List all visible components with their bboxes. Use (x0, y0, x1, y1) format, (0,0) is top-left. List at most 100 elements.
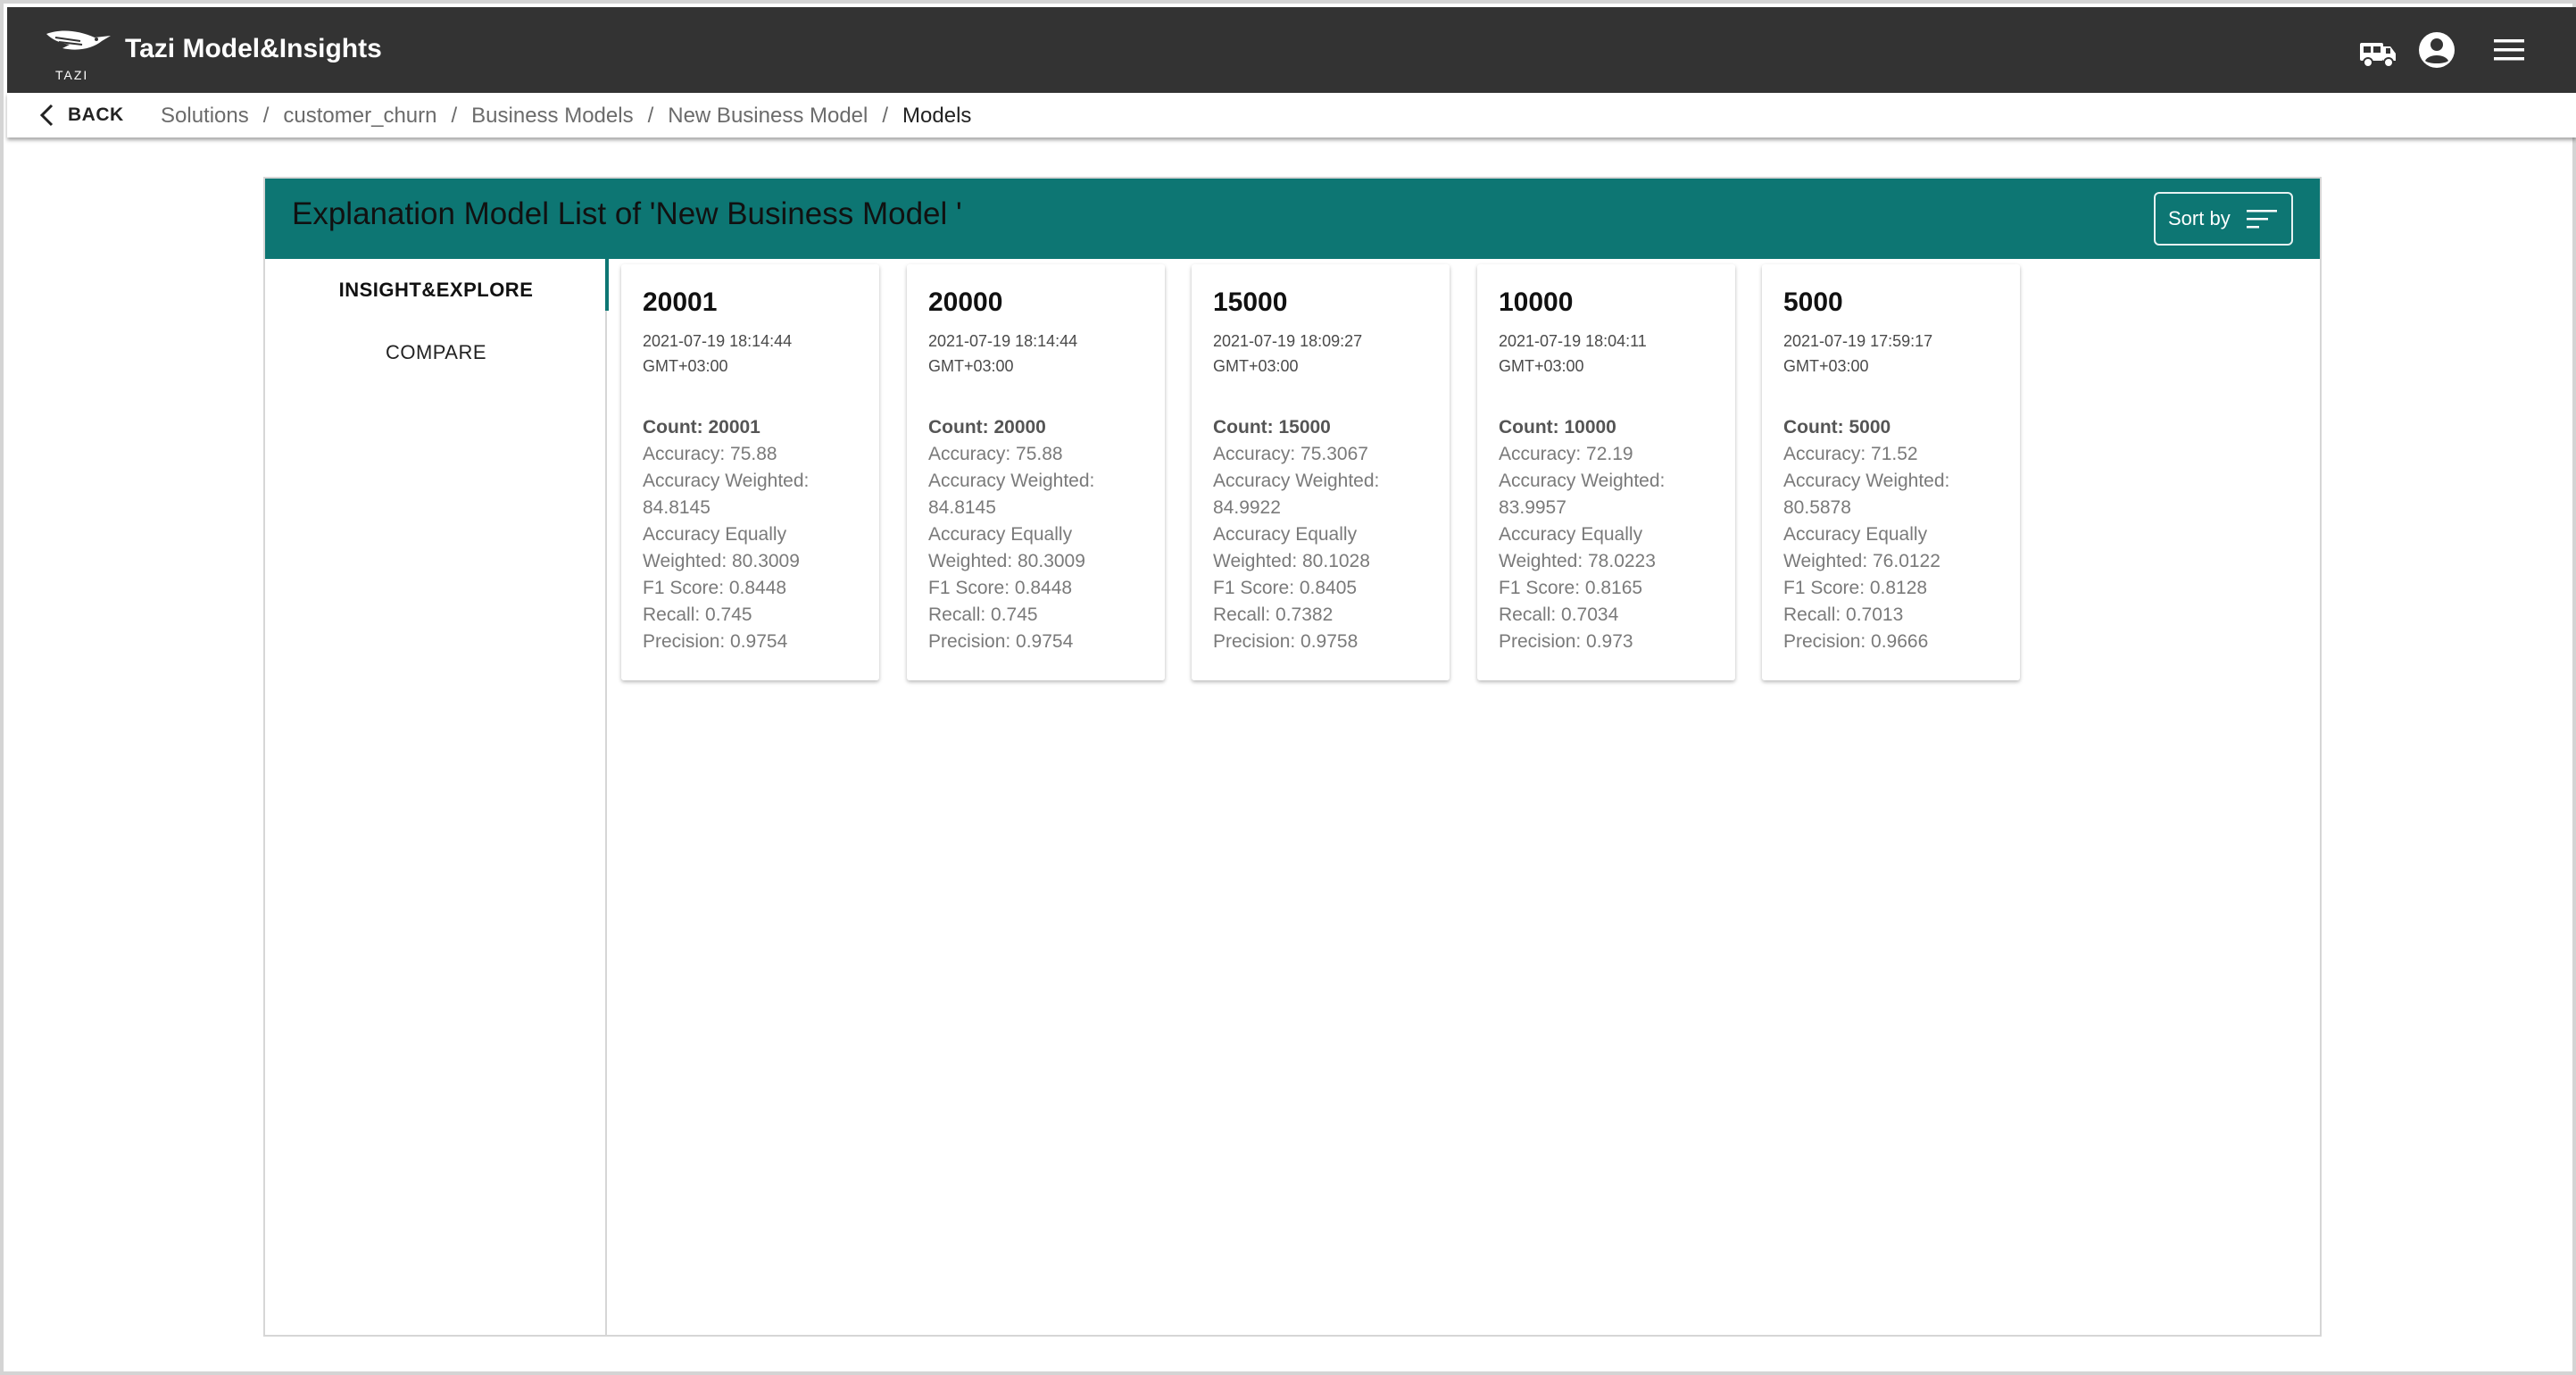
model-card-timestamp: 2021-07-19 18:14:44 GMT+03:00 (928, 329, 1151, 379)
metric-accuracy-weighted-label: Accuracy Weighted: (1499, 471, 1666, 491)
sort-by-label: Sort by (2168, 207, 2231, 229)
metric-f1-score: F1 Score: 0.8448 (643, 578, 787, 598)
model-card-20001[interactable]: 20001 2021-07-19 18:14:44 GMT+03:00 Coun… (621, 264, 879, 680)
breadcrumb-business-models[interactable]: Business Models (471, 104, 633, 129)
metric-accuracy-equally-value: Weighted: 80.3009 (928, 551, 1085, 571)
model-card-title: 20000 (928, 288, 1003, 317)
model-card-timestamp: 2021-07-19 18:09:27 GMT+03:00 (1213, 329, 1436, 379)
model-card-timestamp: 2021-07-19 18:04:11 GMT+03:00 (1499, 329, 1722, 379)
metric-accuracy-weighted-label: Accuracy Weighted: (643, 471, 810, 491)
metric-recall: Recall: 0.745 (643, 604, 752, 625)
model-card-metrics: Count: 20001 Accuracy: 75.88 Accuracy We… (643, 414, 866, 655)
sort-icon (2246, 210, 2277, 229)
model-card-timezone: GMT+03:00 (1499, 357, 1584, 375)
back-label: BACK (68, 104, 124, 125)
metric-accuracy-weighted-value: 83.9957 (1499, 497, 1566, 518)
breadcrumb-customer-churn[interactable]: customer_churn (283, 104, 436, 129)
breadcrumb-separator: / (451, 104, 458, 128)
breadcrumb-models: Models (902, 104, 972, 128)
panel-title: Explanation Model List of 'New Business … (292, 196, 962, 231)
logo-text: TAZI (55, 68, 89, 82)
metric-f1-score: F1 Score: 0.8128 (1783, 578, 1928, 598)
metric-accuracy: Accuracy: 75.88 (928, 444, 1063, 464)
tab-insight-explore[interactable]: INSIGHT&EXPLORE (265, 259, 609, 321)
model-card-metrics: Count: 5000 Accuracy: 71.52 Accuracy Wei… (1783, 414, 2007, 655)
app-title: Tazi Model&Insights (125, 34, 382, 63)
metric-recall: Recall: 0.7013 (1783, 604, 1904, 625)
metric-accuracy-equally-label: Accuracy Equally (1783, 524, 1928, 545)
metric-f1-score: F1 Score: 0.8448 (928, 578, 1073, 598)
metric-accuracy-weighted-value: 80.5878 (1783, 497, 1851, 518)
model-card-timestamp: 2021-07-19 17:59:17 GMT+03:00 (1783, 329, 2007, 379)
breadcrumb-solutions[interactable]: Solutions (161, 104, 249, 129)
metric-accuracy-weighted-label: Accuracy Weighted: (1213, 471, 1380, 491)
model-list-panel: Explanation Model List of 'New Business … (263, 177, 2322, 1337)
model-card-5000[interactable]: 5000 2021-07-19 17:59:17 GMT+03:00 Count… (1762, 264, 2020, 680)
metric-f1-score: F1 Score: 0.8165 (1499, 578, 1643, 598)
model-card-metrics: Count: 15000 Accuracy: 75.3067 Accuracy … (1213, 414, 1436, 655)
metric-accuracy-equally-label: Accuracy Equally (1213, 524, 1358, 545)
model-card-title: 15000 (1213, 288, 1288, 317)
metric-count: Count: 5000 (1783, 417, 1891, 438)
metric-precision: Precision: 0.9758 (1213, 631, 1359, 652)
breadcrumb-bar: BACK Solutions / customer_churn / Busine… (7, 93, 2576, 138)
model-card-10000[interactable]: 10000 2021-07-19 18:04:11 GMT+03:00 Coun… (1477, 264, 1735, 680)
metric-precision: Precision: 0.9754 (643, 631, 788, 652)
model-card-metrics: Count: 10000 Accuracy: 72.19 Accuracy We… (1499, 414, 1722, 655)
model-card-title: 10000 (1499, 288, 1574, 317)
app-bar: TAZI Tazi Model&Insights (7, 7, 2576, 93)
metric-recall: Recall: 0.7034 (1499, 604, 1619, 625)
metric-recall: Recall: 0.745 (928, 604, 1038, 625)
model-card-timezone: GMT+03:00 (643, 357, 728, 375)
metric-f1-score: F1 Score: 0.8405 (1213, 578, 1358, 598)
breadcrumb-separator: / (882, 104, 889, 128)
account-circle-icon[interactable] (2417, 30, 2456, 70)
model-card-15000[interactable]: 15000 2021-07-19 18:09:27 GMT+03:00 Coun… (1192, 264, 1450, 680)
metric-accuracy-weighted-label: Accuracy Weighted: (928, 471, 1095, 491)
metric-accuracy: Accuracy: 75.3067 (1213, 444, 1368, 464)
metric-accuracy-weighted-value: 84.8145 (928, 497, 996, 518)
sort-by-button[interactable]: Sort by (2154, 192, 2293, 246)
metric-accuracy-equally-value: Weighted: 80.3009 (643, 551, 800, 571)
menu-icon[interactable] (2492, 32, 2531, 71)
metric-accuracy-equally-value: Weighted: 78.0223 (1499, 551, 1656, 571)
breadcrumb-new-business-model[interactable]: New Business Model (668, 104, 868, 129)
metric-accuracy-equally-label: Accuracy Equally (928, 524, 1073, 545)
model-card-metrics: Count: 20000 Accuracy: 75.88 Accuracy We… (928, 414, 1151, 655)
metric-accuracy-equally-value: Weighted: 80.1028 (1213, 551, 1370, 571)
metric-precision: Precision: 0.973 (1499, 631, 1633, 652)
metric-precision: Precision: 0.9666 (1783, 631, 1929, 652)
model-card-date: 2021-07-19 17:59:17 (1783, 332, 1933, 350)
side-nav: INSIGHT&EXPLORE COMPARE (265, 259, 609, 1335)
model-card-date: 2021-07-19 18:14:44 (928, 332, 1078, 350)
model-card-timezone: GMT+03:00 (1783, 357, 1869, 375)
chevron-left-icon (39, 104, 54, 127)
model-card-timezone: GMT+03:00 (928, 357, 1014, 375)
metric-accuracy: Accuracy: 72.19 (1499, 444, 1633, 464)
metric-precision: Precision: 0.9754 (928, 631, 1074, 652)
panel-header: Explanation Model List of 'New Business … (265, 179, 2320, 259)
app-window: TAZI Tazi Model&Insights BACK Solutions … (0, 0, 2576, 1375)
model-card-title: 20001 (643, 288, 718, 317)
metric-count: Count: 15000 (1213, 417, 1331, 438)
metric-count: Count: 20001 (643, 417, 760, 438)
metric-accuracy-weighted-value: 84.9922 (1213, 497, 1281, 518)
tab-compare[interactable]: COMPARE (265, 321, 607, 384)
tazi-logo[interactable]: TAZI (43, 25, 114, 82)
metric-count: Count: 10000 (1499, 417, 1616, 438)
metric-accuracy: Accuracy: 71.52 (1783, 444, 1918, 464)
breadcrumb-separator: / (262, 104, 270, 128)
truck-icon[interactable] (2356, 32, 2396, 71)
model-card-20000[interactable]: 20000 2021-07-19 18:14:44 GMT+03:00 Coun… (907, 264, 1165, 680)
model-card-timestamp: 2021-07-19 18:14:44 GMT+03:00 (643, 329, 866, 379)
back-button[interactable]: BACK (37, 100, 124, 130)
metric-accuracy-equally-label: Accuracy Equally (1499, 524, 1643, 545)
metric-accuracy-weighted-label: Accuracy Weighted: (1783, 471, 1950, 491)
breadcrumb: Solutions / customer_churn / Business Mo… (161, 104, 971, 129)
breadcrumb-separator: / (647, 104, 654, 128)
metric-count: Count: 20000 (928, 417, 1046, 438)
tazi-bird-icon (46, 30, 111, 50)
metric-accuracy-equally-value: Weighted: 76.0122 (1783, 551, 1940, 571)
model-card-date: 2021-07-19 18:04:11 (1499, 332, 1647, 350)
model-card-title: 5000 (1783, 288, 1843, 317)
